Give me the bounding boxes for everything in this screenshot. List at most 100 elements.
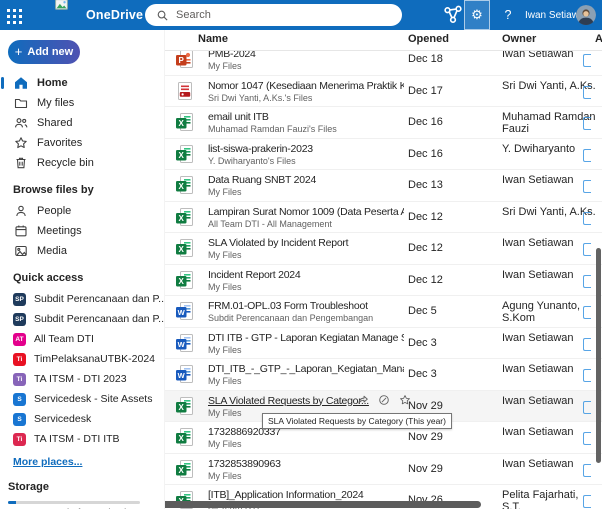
quick-access-item[interactable]: Ti TimPelaksanaUTBK-2024 — [0, 349, 164, 369]
file-row[interactable]: X email unit ITB Muhamad Ramdan Fauzi's … — [165, 107, 602, 139]
storage-label: Storage — [8, 481, 49, 493]
column-header-opened[interactable]: Opened — [408, 33, 449, 45]
file-name[interactable]: email unit ITB — [208, 111, 404, 123]
browse-files-by-label: Browse files by — [13, 184, 94, 196]
name-cell: email unit ITB Muhamad Ramdan Fauzi's Fi… — [208, 111, 404, 135]
excel-file-icon: X — [175, 427, 195, 447]
settings-icon[interactable]: ⚙ — [464, 0, 490, 30]
file-row[interactable]: P PMB-2024 My Files Dec 18 Iwan Setiawan — [165, 50, 602, 76]
column-header-owner[interactable]: Owner — [502, 33, 536, 45]
file-row[interactable]: Nomor 1047 (Kesediaan Menerima Praktik K… — [165, 76, 602, 107]
site-tile-icon: S — [13, 412, 26, 426]
app-launcher-icon[interactable] — [6, 8, 22, 24]
file-row[interactable]: X Incident Report 2024 My Files Dec 12 I… — [165, 265, 602, 296]
media-icon — [14, 244, 28, 258]
sidebar-nav-item[interactable]: Shared — [0, 113, 164, 133]
file-name[interactable]: list-siswa-prakerin-2023 — [208, 143, 404, 155]
file-name[interactable]: Data Ruang SNBT 2024 — [208, 174, 404, 186]
quick-access-item[interactable]: AT All Team DTI — [0, 329, 164, 349]
file-name[interactable]: 1732853890963 — [208, 458, 404, 470]
search-input[interactable]: Search — [145, 4, 402, 26]
help-icon[interactable]: ? — [499, 0, 517, 30]
quick-access-item-label: Subdit Perencanaan dan P... — [34, 293, 165, 305]
my-files-icon — [14, 96, 28, 110]
quick-access-item-label: Servicedesk — [34, 413, 92, 425]
activity-indicator-clipped — [583, 243, 591, 256]
row-hover-actions: … — [335, 394, 411, 407]
sidebar-nav-item[interactable]: Home — [0, 73, 164, 93]
word-file-icon: W — [175, 301, 195, 321]
file-name[interactable]: Incident Report 2024 — [208, 269, 404, 281]
file-location: My Files — [208, 187, 242, 197]
horizontal-scrollbar-thumb[interactable] — [165, 501, 481, 508]
nav-item-label: Shared — [37, 117, 73, 129]
top-app-bar: OneDrive Search ⚙ ? Iwan Setiawan — [0, 0, 602, 30]
sidebar-browse-item[interactable]: Meetings — [0, 221, 164, 241]
quick-access-item[interactable]: S Servicedesk - Site Assets — [0, 389, 164, 409]
file-row[interactable]: X SLA Violated by Incident Report My Fil… — [165, 233, 602, 265]
file-name[interactable]: FRM.01-OPL.03 Form Troubleshoot — [208, 300, 404, 312]
more-actions-icon[interactable]: … — [335, 394, 348, 407]
name-cell: Nomor 1047 (Kesediaan Menerima Praktik K… — [208, 80, 404, 104]
opened-date: Dec 17 — [408, 84, 443, 97]
add-new-button[interactable]: + Add new — [8, 40, 80, 64]
quick-access-list: SP Subdit Perencanaan dan P... SP Subdit… — [0, 289, 164, 449]
file-name-tooltip: SLA Violated Requests by Category (This … — [262, 412, 452, 429]
column-header-name[interactable]: Name — [198, 33, 228, 45]
quick-access-item[interactable]: S Servicedesk — [0, 409, 164, 429]
file-location: Muhamad Ramdan Fauzi's Files — [208, 124, 337, 134]
home-icon — [14, 76, 28, 90]
opened-date: Dec 13 — [408, 179, 443, 191]
file-row[interactable]: X 1732853890963 My Files Nov 29 Iwan Set… — [165, 454, 602, 485]
column-header-activity[interactable]: Activity — [595, 33, 602, 45]
opened-date: Dec 18 — [408, 53, 443, 65]
file-row[interactable]: X Data Ruang SNBT 2024 My Files Dec 13 I… — [165, 170, 602, 202]
svg-text:X: X — [179, 466, 185, 475]
connections-icon[interactable] — [442, 0, 464, 30]
opened-date: Nov 29 — [408, 431, 443, 443]
sidebar-nav-item[interactable]: Favorites — [0, 133, 164, 153]
file-row[interactable]: W DTI ITB - GTP - Laporan Kegiatan Manag… — [165, 328, 602, 359]
activity-indicator-clipped — [583, 148, 591, 162]
file-name[interactable]: PMB-2024 — [208, 50, 404, 60]
quick-access-item[interactable]: Ti TA ITSM - DTI 2023 — [0, 369, 164, 389]
name-cell: list-siswa-prakerin-2023 Y. Dwiharyanto'… — [208, 143, 404, 167]
file-name[interactable]: Lampiran Surat Nomor 1009 (Data Peserta … — [208, 206, 404, 218]
file-name[interactable]: Nomor 1047 (Kesediaan Menerima Praktik K… — [208, 80, 404, 92]
sidebar-browse-item[interactable]: Media — [0, 241, 164, 261]
activity-indicator-clipped — [583, 495, 591, 508]
sidebar-nav-item[interactable]: Recycle bin — [0, 153, 164, 173]
sidebar-browse-item[interactable]: People — [0, 201, 164, 221]
file-row[interactable]: W FRM.01-OPL.03 Form Troubleshoot Subdit… — [165, 296, 602, 328]
file-row[interactable]: X Lampiran Surat Nomor 1009 (Data Pesert… — [165, 202, 602, 233]
file-name[interactable]: [ITB]_Application Information_2024 — [208, 489, 404, 501]
file-row[interactable]: W DTI_ITB_-_GTP_-_Laporan_Kegiatan_Manag… — [165, 359, 602, 391]
file-name[interactable]: SLA Violated by Incident Report — [208, 237, 404, 249]
share-icon[interactable] — [356, 394, 369, 407]
avatar[interactable] — [576, 5, 596, 25]
name-cell: SLA Violated by Incident Report My Files — [208, 237, 404, 261]
quick-access-item[interactable]: Ti TA ITSM - DTI ITB — [0, 429, 164, 449]
vertical-scrollbar-thumb[interactable] — [596, 248, 601, 463]
activity-indicator-clipped — [583, 274, 591, 288]
copy-link-icon[interactable] — [377, 394, 390, 407]
svg-text:W: W — [178, 340, 186, 349]
activity-indicator-clipped — [583, 337, 591, 351]
sidebar-nav-item[interactable]: My files — [0, 93, 164, 113]
nav-item-label: My files — [37, 97, 75, 109]
file-location: My Files — [208, 281, 242, 292]
file-name[interactable]: DTI ITB - GTP - Laporan Kegiatan Manage … — [208, 332, 404, 344]
file-location: My Files — [208, 250, 242, 260]
file-location: My Files — [208, 439, 242, 449]
quick-access-item[interactable]: SP Subdit Perencanaan dan P... — [0, 289, 164, 309]
quick-access-label: Quick access — [13, 272, 84, 284]
file-location: All Team DTI - All Management — [208, 218, 332, 229]
quick-access-item[interactable]: SP Subdit Perencanaan dan P... — [0, 309, 164, 329]
more-places-link[interactable]: More places... — [0, 449, 164, 468]
svg-text:X: X — [179, 182, 185, 191]
file-location: My Files — [208, 470, 242, 481]
file-name[interactable]: DTI_ITB_-_GTP_-_Laporan_Kegiatan_Manage_… — [208, 363, 404, 375]
file-row[interactable]: X SLA Violated Requests by Categor... My… — [165, 390, 602, 429]
name-cell: DTI ITB - GTP - Laporan Kegiatan Manage … — [208, 332, 404, 356]
file-row[interactable]: X list-siswa-prakerin-2023 Y. Dwiharyant… — [165, 139, 602, 170]
